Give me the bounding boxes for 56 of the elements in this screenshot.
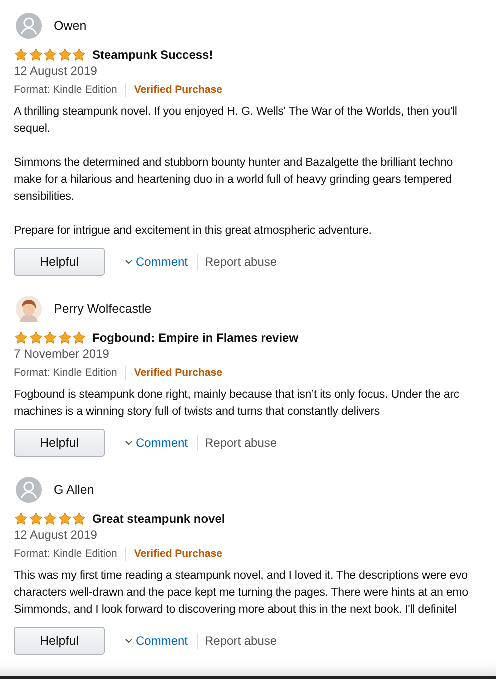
review-text: sequel.	[14, 121, 52, 137]
helpful-button[interactable]: Helpful	[14, 248, 105, 276]
verified-label: Verified Purchase	[134, 84, 222, 96]
author-name: Perry Wolfecastle	[54, 302, 152, 316]
verified-label: Verified Purchase	[134, 548, 222, 560]
report-abuse-link[interactable]: Report abuse	[205, 255, 278, 269]
author-name: Owen	[54, 19, 87, 33]
caret-icon	[125, 440, 133, 446]
format-label: Format: Kindle Edition	[14, 84, 118, 96]
review-text: Prepare for intrigue and excitement in this great atmospheric adventure.	[14, 223, 373, 239]
star-icon	[72, 48, 86, 62]
star-icon	[28, 331, 43, 345]
avatar-icon	[16, 296, 42, 322]
star-icon	[43, 512, 58, 526]
star-icon	[43, 48, 58, 62]
star-icon	[14, 48, 28, 62]
caret-icon	[125, 259, 133, 265]
star-icon	[58, 512, 72, 526]
avatar-icon	[16, 477, 42, 503]
star-icon	[28, 48, 43, 62]
review-date: 12 August 2019	[14, 528, 98, 542]
review-text: Simmons the determined and stubborn bounty hunter and Bazalgette the brilliant techno	[14, 155, 454, 171]
star-icon	[72, 512, 86, 526]
review-title: Great steampunk novel	[92, 512, 226, 526]
format-label: Format: Kindle Edition	[14, 367, 118, 379]
format-label: Format: Kindle Edition	[14, 548, 118, 560]
star-icon	[14, 331, 28, 345]
comment-link[interactable]: Comment	[125, 436, 188, 450]
star-icon	[58, 331, 72, 345]
report-abuse-link[interactable]: Report abuse	[205, 436, 278, 450]
review-text: sensibilities.	[14, 189, 76, 205]
star-icon	[58, 48, 72, 62]
comment-link[interactable]: Comment	[125, 255, 188, 269]
author-name: G Allen	[54, 483, 94, 497]
helpful-button[interactable]: Helpful	[14, 627, 105, 655]
review-text: This was my first time reading a steampunk novel, and I loved it. The descriptions were evo	[14, 568, 469, 584]
review-text: characters well-drawn and the pace kept me turning the pages. There were hints at an emo	[14, 585, 470, 601]
review-text: Fogbound is steampunk done right, mainly because that isn’t its only focus. Under the arc	[14, 387, 460, 403]
caret-icon	[125, 638, 133, 644]
review-text: A thrilling steampunk novel. If you enjoyed H. G. Wells' The War of the Worlds, then you'll	[14, 104, 458, 120]
review-text: machines is a winning story full of twists and turns that constantly delivers	[14, 404, 382, 420]
review-title: Fogbound: Empire in Flames review	[92, 331, 299, 345]
star-icon	[43, 331, 58, 345]
review-date: 7 November 2019	[14, 347, 110, 361]
review-title: Steampunk Success!	[92, 48, 214, 62]
verified-label: Verified Purchase	[134, 367, 222, 379]
helpful-button[interactable]: Helpful	[14, 429, 105, 457]
star-icon	[28, 512, 43, 526]
avatar-icon	[16, 13, 42, 39]
review-date: 12 August 2019	[14, 64, 98, 78]
comment-link[interactable]: Comment	[125, 634, 188, 648]
review-text: Simmonds, and I look forward to discovering more about this in the next book. I'll definitel	[14, 602, 458, 618]
star-icon	[72, 331, 86, 345]
review-text: make for a hilarious and heartening duo in a world full of heavy grinding gears tempered	[14, 172, 453, 188]
star-icon	[14, 512, 28, 526]
report-abuse-link[interactable]: Report abuse	[205, 634, 278, 648]
